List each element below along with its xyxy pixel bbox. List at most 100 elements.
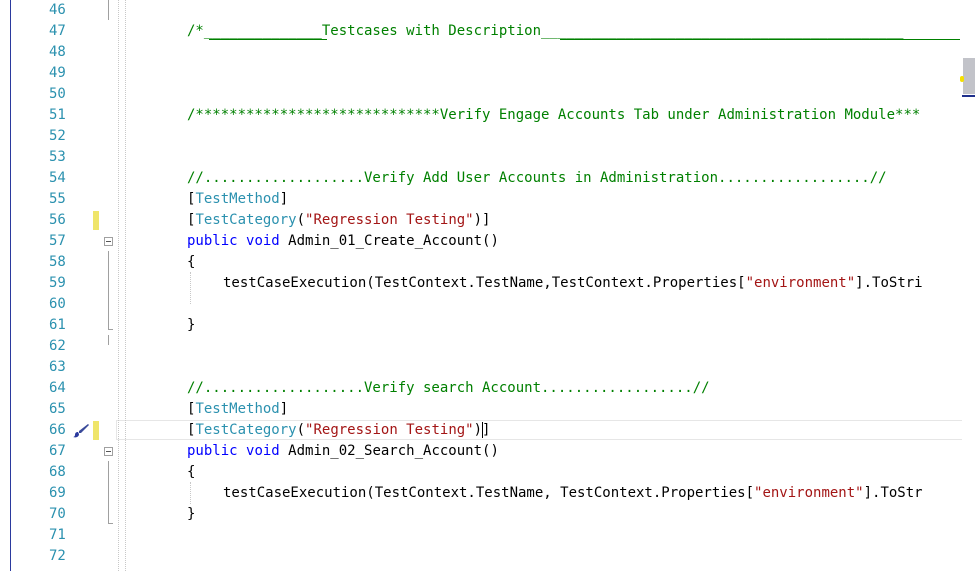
code-text: /*****************************Verify Eng… xyxy=(187,105,920,126)
line-number: 61 xyxy=(13,315,69,336)
line-number-text: 59 xyxy=(49,275,66,291)
line-number-text: 51 xyxy=(49,107,66,123)
code-line[interactable]: 58 { xyxy=(0,252,975,273)
line-number: 67 xyxy=(13,441,69,462)
string-token: "Regression Testing" xyxy=(305,212,474,228)
indent-guide xyxy=(190,482,191,504)
code-line[interactable]: 64 //...................Verify search Acc… xyxy=(0,378,975,399)
code-line[interactable]: 53 xyxy=(0,147,975,168)
line-number: 51 xyxy=(13,105,69,126)
line-number-text: 46 xyxy=(49,2,66,18)
code-token: Admin_01_Create_Account() xyxy=(279,233,499,249)
code-text: testCaseExecution(TestContext.TestName, … xyxy=(223,483,923,504)
code-token: } xyxy=(187,506,196,522)
keyword-token: public xyxy=(187,233,238,249)
code-line[interactable]: 72 xyxy=(0,546,975,567)
code-text: { xyxy=(187,252,195,273)
collapse-icon[interactable] xyxy=(104,447,113,456)
code-line[interactable]: 55 [TestMethod] xyxy=(0,189,975,210)
line-number: 54 xyxy=(13,168,69,189)
code-line[interactable]: 61} xyxy=(0,315,975,336)
line-number: 50 xyxy=(13,84,69,105)
code-line[interactable]: 49 xyxy=(0,63,975,84)
code-line[interactable]: 50 xyxy=(0,84,975,105)
code-token: ].ToStr xyxy=(863,485,923,501)
line-number-text: 71 xyxy=(49,527,66,543)
line-number: 64 xyxy=(13,378,69,399)
line-number: 48 xyxy=(13,42,69,63)
code-line[interactable]: 69 testCaseExecution(TestContext.TestName… xyxy=(0,483,975,504)
code-text: [TestMethod] xyxy=(187,399,288,420)
type-token: TestCategory xyxy=(195,212,297,228)
line-number: 66 xyxy=(13,420,69,441)
line-number-text: 54 xyxy=(49,170,66,186)
paintbrush-icon[interactable] xyxy=(72,423,90,438)
line-number-text: 66 xyxy=(49,422,66,438)
code-line[interactable]: 62 xyxy=(0,336,975,357)
code-line[interactable]: 48 xyxy=(0,42,975,63)
code-line[interactable]: 60 xyxy=(0,294,975,315)
line-number: 60 xyxy=(13,294,69,315)
string-token: "environment" xyxy=(754,485,864,501)
collapse-icon[interactable] xyxy=(104,237,113,246)
line-number-text: 53 xyxy=(49,149,66,165)
line-number: 49 xyxy=(13,63,69,84)
code-token: ( xyxy=(296,212,306,228)
code-line[interactable]: 51 /*****************************Verify E… xyxy=(0,105,975,126)
scrollbar-thumb[interactable] xyxy=(963,58,975,94)
code-text: //...................Verify search Accou… xyxy=(187,378,710,399)
text-caret xyxy=(482,422,483,438)
line-number: 53 xyxy=(13,147,69,168)
code-line[interactable]: 59 testCaseExecution(TestContext.TestName… xyxy=(0,273,975,294)
line-number-text: 63 xyxy=(49,359,66,375)
line-number-text: 49 xyxy=(49,65,66,81)
line-number-text: 72 xyxy=(49,548,66,564)
code-line[interactable]: 68 { xyxy=(0,462,975,483)
code-line[interactable]: 54 //...................Verify Add User A… xyxy=(0,168,975,189)
code-line[interactable]: 57 public void Admin_01_Create_Account() xyxy=(0,231,975,252)
line-number-text: 48 xyxy=(49,44,66,60)
code-line[interactable]: 63 xyxy=(0,357,975,378)
fold-guide xyxy=(108,461,109,523)
scrollbar-change-marker xyxy=(960,76,964,82)
line-number: 71 xyxy=(13,525,69,546)
line-number: 68 xyxy=(13,462,69,483)
code-line[interactable]: 71 xyxy=(0,525,975,546)
change-marker xyxy=(93,211,99,230)
line-number-text: 68 xyxy=(49,464,66,480)
line-number-text: 62 xyxy=(49,338,66,354)
comment-token: /*______________Testcases with Descripti… xyxy=(187,23,904,39)
fold-guide xyxy=(108,335,109,345)
code-line[interactable]: 52 xyxy=(0,126,975,147)
line-number-text: 67 xyxy=(49,443,66,459)
line-number: 52 xyxy=(13,126,69,147)
code-text: } xyxy=(187,315,195,336)
line-number-text: 55 xyxy=(49,191,66,207)
code-line[interactable]: 65 [TestMethod] xyxy=(0,399,975,420)
code-token: )] xyxy=(473,212,491,228)
line-number: 65 xyxy=(13,399,69,420)
comment-token: /*****************************Verify Eng… xyxy=(187,107,921,123)
code-text: [TestMethod] xyxy=(187,189,288,210)
code-line[interactable]: 56 [TestCategory("Regression Testing")] xyxy=(0,210,975,231)
code-text: } xyxy=(187,504,195,525)
code-line[interactable]: 67 public void Admin_02_Search_Account() xyxy=(0,441,975,462)
line-number: 62 xyxy=(13,336,69,357)
fold-guide-end xyxy=(108,329,113,330)
code-line[interactable]: 46 xyxy=(0,0,975,21)
code-text: public void Admin_01_Create_Account() xyxy=(187,231,499,252)
code-text: //...................Verify Add User Acc… xyxy=(187,168,887,189)
code-token: } xyxy=(187,317,196,333)
change-marker xyxy=(93,421,99,440)
code-text: { xyxy=(187,462,195,483)
keyword-token: void xyxy=(246,233,280,249)
line-number: 59 xyxy=(13,273,69,294)
code-token: testCaseExecution(TestContext.TestName,T… xyxy=(223,275,746,291)
comment-token: //...................Verify search Accou… xyxy=(187,380,710,396)
line-number-text: 52 xyxy=(49,128,66,144)
code-line[interactable]: 70} xyxy=(0,504,975,525)
code-token: testCaseExecution(TestContext.TestName, … xyxy=(223,485,755,501)
line-number: 55 xyxy=(13,189,69,210)
